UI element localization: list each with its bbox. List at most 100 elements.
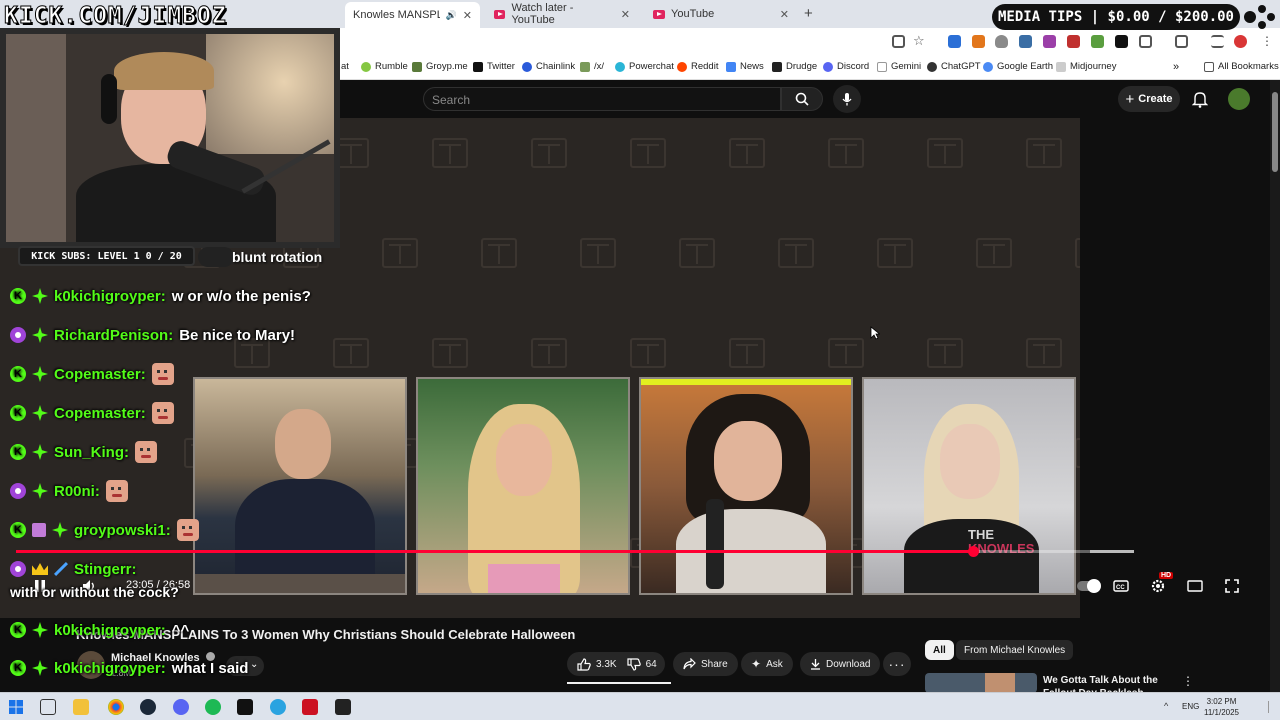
- tab-search-icon[interactable]: [1175, 35, 1188, 48]
- autoplay-toggle[interactable]: [1075, 577, 1101, 595]
- new-tab-plus-icon[interactable]: +: [804, 5, 813, 22]
- telegram-icon[interactable]: [270, 699, 286, 715]
- extension-icon[interactable]: [948, 35, 961, 48]
- create-button[interactable]: + Create: [1118, 86, 1180, 112]
- kick-channel-logo: KICK.COM/JIMBOZ: [4, 3, 227, 30]
- ask-button[interactable]: ✦ Ask: [741, 652, 793, 676]
- close-tab-icon[interactable]: ✕: [621, 8, 630, 21]
- bookmark-groyp[interactable]: Groyp.me: [412, 61, 468, 72]
- fullscreen-button[interactable]: [1222, 577, 1242, 595]
- plus-icon: +: [1125, 90, 1135, 108]
- menu-kebab-icon[interactable]: ⋮: [1261, 34, 1273, 48]
- notifications-bell-icon[interactable]: [1192, 90, 1208, 108]
- bookmark-item[interactable]: at: [341, 61, 349, 72]
- pattern-tile: [432, 338, 468, 368]
- voice-search-button[interactable]: [833, 85, 861, 113]
- chat-message: K k0kichigroyper: ^^: [10, 618, 189, 642]
- clock-date: 11/1/2025: [1204, 708, 1239, 717]
- media-controls-icon[interactable]: [1211, 35, 1224, 48]
- recommended-thumbnail[interactable]: [925, 673, 1037, 693]
- settings-button[interactable]: [1148, 577, 1168, 595]
- more-bookmarks-chevron-icon[interactable]: »: [1173, 61, 1179, 73]
- metamask-icon[interactable]: [972, 35, 985, 48]
- all-bookmarks-label: All Bookmarks: [1218, 61, 1279, 72]
- share-button[interactable]: Share: [673, 652, 738, 676]
- discord-icon[interactable]: [173, 699, 189, 715]
- captions-button[interactable]: CC: [1111, 577, 1131, 595]
- pattern-tile: [976, 238, 1012, 268]
- pattern-tile: [531, 138, 567, 168]
- chip-from-channel[interactable]: From Michael Knowles: [956, 640, 1074, 660]
- tab-youtube[interactable]: YouTube ✕: [645, 4, 797, 24]
- bookmark-star-icon[interactable]: ☆: [913, 33, 925, 49]
- x-icon[interactable]: [1115, 35, 1128, 48]
- bookmark-discord[interactable]: Discord: [823, 61, 869, 72]
- app-icon[interactable]: [302, 699, 318, 715]
- chatgpt-icon: [927, 61, 937, 72]
- recommended-more-icon[interactable]: ⋮: [1182, 674, 1194, 688]
- news-icon: [726, 61, 736, 72]
- bookmark-drudge[interactable]: Drudge: [772, 61, 817, 72]
- account-avatar[interactable]: [1228, 88, 1250, 110]
- like-button[interactable]: 3.3K: [577, 657, 617, 671]
- pattern-tile: [481, 238, 517, 268]
- all-bookmarks-button[interactable]: All Bookmarks: [1204, 61, 1279, 72]
- extension-icon[interactable]: [1043, 35, 1056, 48]
- close-tab-icon[interactable]: ✕: [463, 9, 472, 22]
- microphone-icon: [842, 93, 852, 106]
- download-button[interactable]: Download: [800, 652, 881, 676]
- chevron-up-icon[interactable]: ^: [1164, 701, 1168, 711]
- guest-face: [714, 421, 782, 501]
- dislike-button[interactable]: 64: [626, 657, 657, 671]
- system-clock[interactable]: 3:02 PM 11/1/2025: [1204, 696, 1239, 718]
- file-explorer-icon[interactable]: [73, 699, 89, 715]
- extension-icon[interactable]: [1019, 35, 1032, 48]
- bookmark-google-earth[interactable]: Google Earth: [983, 61, 1053, 72]
- tab-active-video[interactable]: Knowles MANSPLAINS To 3 🔊 ✕: [345, 2, 480, 28]
- desk: [195, 574, 405, 593]
- recommended-title[interactable]: We Gotta Talk About the Fallout Day Back…: [1043, 674, 1183, 692]
- obs-icon[interactable]: [237, 699, 253, 715]
- bookmark-chatgpt[interactable]: ChatGPT: [927, 61, 981, 72]
- keyboard-language[interactable]: ENG: [1182, 702, 1199, 711]
- progress-scrubber[interactable]: [968, 546, 979, 557]
- epic-games-icon[interactable]: [335, 699, 351, 715]
- extension-icon[interactable]: [1067, 35, 1080, 48]
- bookmark-label: Gemini: [891, 61, 922, 72]
- bookmark-powerchat[interactable]: Powerchat: [615, 61, 674, 72]
- windows-start-icon[interactable]: [8, 699, 24, 715]
- more-actions-button[interactable]: ···: [883, 652, 911, 676]
- task-view-icon[interactable]: [40, 699, 56, 715]
- bookmark-twitter[interactable]: Twitter: [473, 61, 515, 72]
- extension-icon[interactable]: [1091, 35, 1104, 48]
- search-input[interactable]: Search: [423, 87, 781, 111]
- bookmark-reddit[interactable]: Reddit: [677, 61, 718, 72]
- steam-icon[interactable]: [140, 699, 156, 715]
- bookmark-gemini[interactable]: Gemini: [877, 61, 921, 72]
- bookmark-x[interactable]: /x/: [580, 61, 604, 72]
- shield-icon[interactable]: [995, 35, 1008, 48]
- video-panel-guest-1: [416, 377, 630, 595]
- dots-logo-icon: [1244, 5, 1275, 29]
- bookmark-label: Rumble: [375, 61, 408, 72]
- close-tab-icon[interactable]: ✕: [780, 8, 789, 21]
- bookmark-news[interactable]: News: [726, 61, 764, 72]
- scrollbar-thumb[interactable]: [1272, 92, 1278, 172]
- install-app-icon[interactable]: [892, 35, 905, 48]
- bookmark-midjourney[interactable]: Midjourney: [1056, 61, 1116, 72]
- volume-track[interactable]: [1090, 550, 1134, 553]
- search-button[interactable]: [781, 87, 823, 111]
- spotify-icon[interactable]: [205, 699, 221, 715]
- extensions-puzzle-icon[interactable]: [1139, 35, 1152, 48]
- bookmark-chainlink[interactable]: Chainlink: [522, 61, 575, 72]
- like-dislike-group: 3.3K 64: [567, 652, 665, 676]
- chip-all[interactable]: All: [925, 640, 954, 660]
- tab-watch-later[interactable]: Watch later - YouTube ✕: [486, 2, 638, 26]
- profile-avatar[interactable]: [1234, 35, 1247, 48]
- chat-username: groypowski1:: [74, 521, 171, 539]
- theater-mode-button[interactable]: [1185, 577, 1205, 595]
- chrome-icon[interactable]: [108, 699, 124, 715]
- bookmark-label: Drudge: [786, 61, 818, 72]
- bookmark-rumble[interactable]: Rumble: [361, 61, 408, 72]
- show-desktop-button[interactable]: [1268, 701, 1274, 713]
